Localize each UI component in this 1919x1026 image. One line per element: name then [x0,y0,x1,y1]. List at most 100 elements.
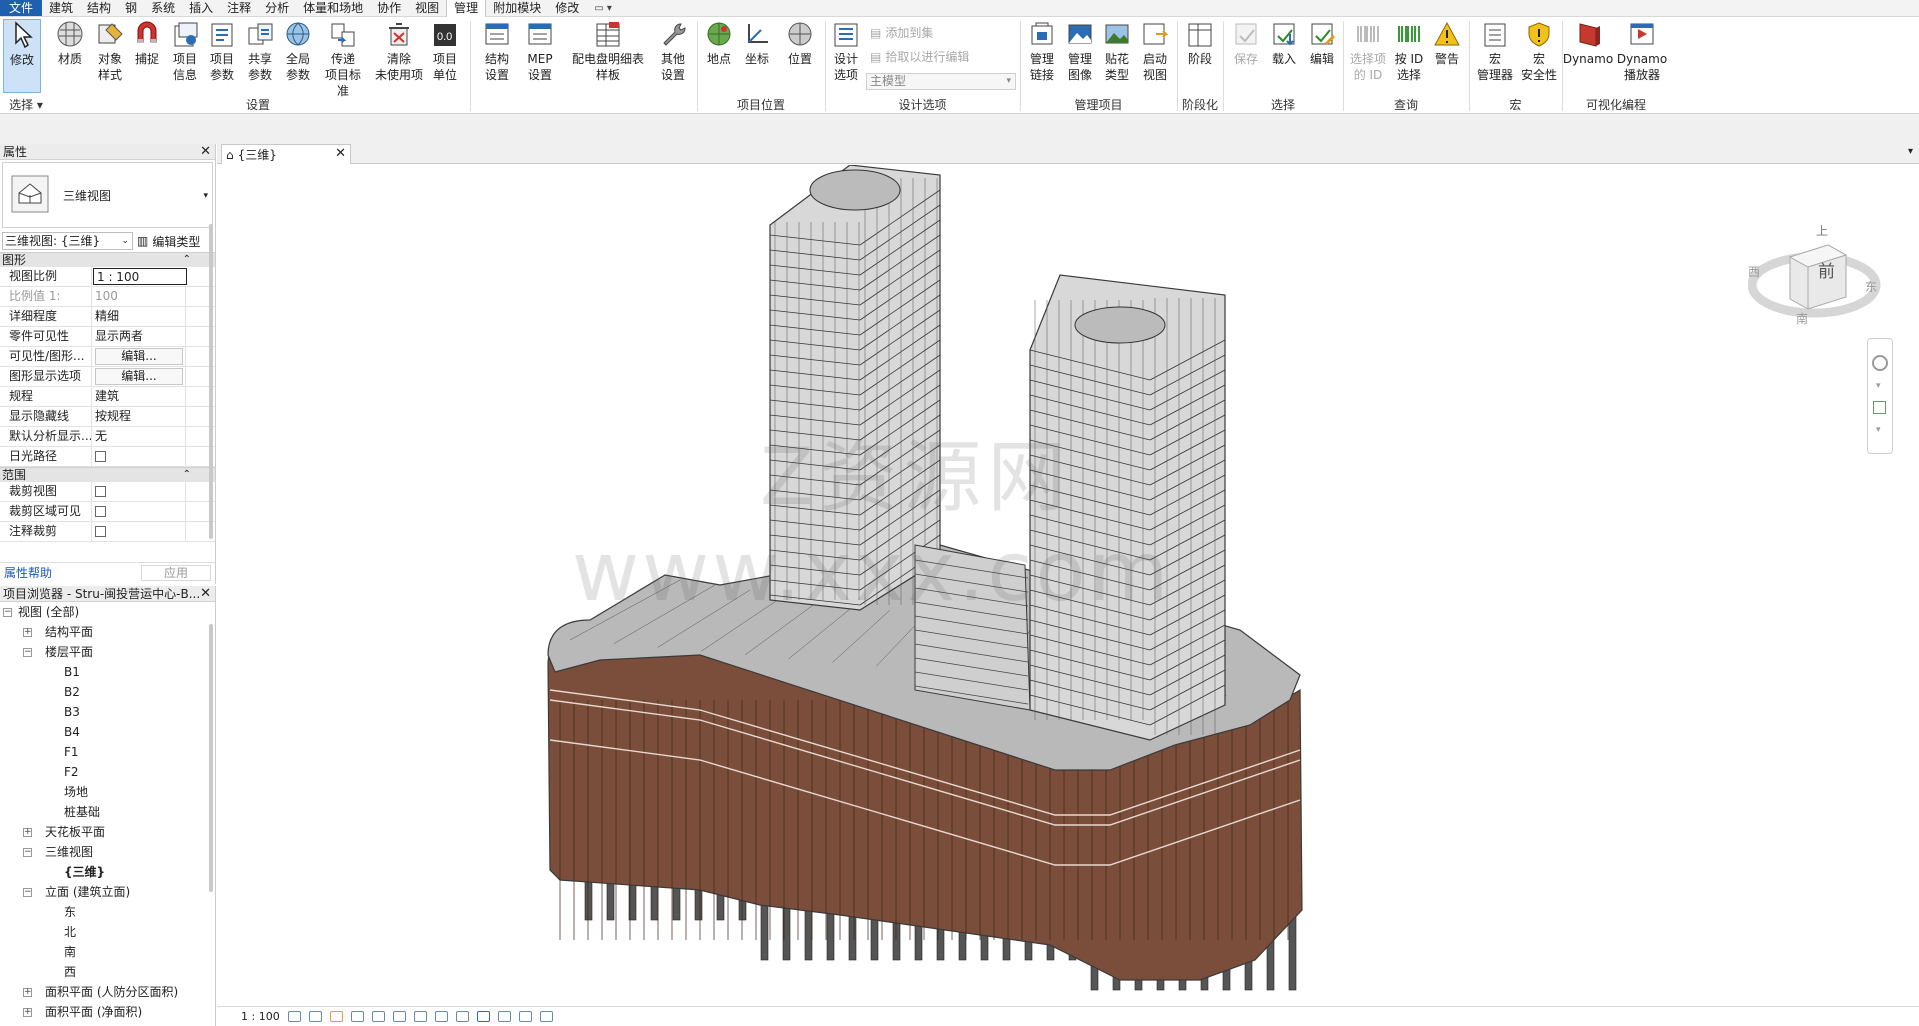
property-value[interactable]: 精细 [92,307,186,326]
view-tab-3d[interactable]: ⌂ {三维} ✕ [221,144,351,164]
viewcube[interactable]: 上 前 东 西 南 [1747,215,1883,330]
location-button[interactable]: 地点 [702,19,736,67]
coordinates-button[interactable]: 坐标 [741,19,773,67]
manage-images-button[interactable]: 管理 图像 [1063,19,1097,83]
collapse-icon[interactable]: − [23,888,32,897]
property-value[interactable]: 无 [92,427,186,446]
browser-tree-item[interactable]: B2 [0,682,215,702]
macro-manager-button[interactable]: 宏 管理器 [1472,19,1518,83]
pick-to-edit-button[interactable]: ▤ 拾取以进行编辑 [870,48,969,65]
browser-scrollbar[interactable] [209,624,213,892]
property-value[interactable]: 1 : 100 [93,268,187,285]
apply-button[interactable]: 应用 [141,564,211,581]
browser-tree-item[interactable]: 北 [0,922,215,942]
browser-tree-item[interactable]: 东 [0,902,215,922]
structural-settings-button[interactable]: 结构 设置 [479,19,515,83]
view-instance-dropdown[interactable]: 三维视图: {三维} ⌄ [2,232,133,250]
warnings-button[interactable]: 警告 [1430,19,1464,67]
expand-icon[interactable]: + [23,988,32,997]
browser-tree-item[interactable]: F2 [0,762,215,782]
collapse-icon[interactable]: − [23,848,32,857]
browser-tree-item[interactable]: 南 [0,942,215,962]
type-selector[interactable]: 三维视图 ▾ [2,162,213,228]
material-button[interactable]: 材质 [52,19,88,67]
browser-tree-item[interactable]: + 结构平面 [0,622,215,642]
expand-icon[interactable]: + [23,828,32,837]
viewcube-west-label[interactable]: 西 [1748,263,1760,280]
property-value[interactable]: 编辑... [92,347,186,366]
dynamo-button[interactable]: Dynamo [1562,19,1614,67]
close-icon[interactable]: ✕ [200,144,211,160]
property-value[interactable] [92,447,186,466]
ribbon-minimize-toggle[interactable]: ▭ ▾ [586,0,620,16]
view-scale[interactable]: 1 : 100 [241,1010,280,1023]
collapse-icon[interactable]: − [23,648,32,657]
shadows-icon[interactable] [350,1011,364,1022]
viewcube-top-label[interactable]: 上 [1816,222,1828,239]
expand-icon[interactable]: + [23,628,32,637]
save-selection-button[interactable]: 保存 [1229,19,1263,67]
menu-collaborate[interactable]: 协作 [370,0,408,16]
project-parameters-button[interactable]: 项目 参数 [205,19,239,83]
browser-tree-item[interactable]: B3 [0,702,215,722]
menu-massing[interactable]: 体量和场地 [296,0,370,16]
menu-architecture[interactable]: 建筑 [42,0,80,16]
close-icon[interactable]: ✕ [200,586,211,602]
lock-view-icon[interactable] [434,1011,448,1022]
dynamo-player-button[interactable]: Dynamo 播放器 [1615,19,1669,83]
snaps-button[interactable]: 捕捉 [131,19,163,67]
detail-level-icon[interactable] [287,1011,301,1022]
browser-tree-item[interactable]: − 视图 (全部) [0,602,215,622]
browser-tree-item[interactable]: 桩基础 [0,802,215,822]
section-extents[interactable]: 范围 ⌃ [0,467,215,482]
tab-overflow-icon[interactable]: ▾ [1908,146,1913,157]
starting-view-button[interactable]: 启动 视图 [1138,19,1172,83]
close-icon[interactable]: ✕ [335,146,346,161]
select-by-id-button[interactable]: 按 ID 选择 [1391,19,1427,83]
steering-wheel-icon[interactable] [1872,355,1888,371]
global-parameters-button[interactable]: 全局 参数 [281,19,315,83]
select-panel-label[interactable]: 选择 ▾ [6,96,46,113]
load-selection-button[interactable]: 载入 [1267,19,1301,67]
menu-structure[interactable]: 结构 [80,0,118,16]
additional-settings-button[interactable]: 其他 设置 [655,19,691,83]
render-icon[interactable] [371,1011,385,1022]
menu-steel[interactable]: 钢 [118,0,144,16]
sun-path-checkbox[interactable] [95,451,106,462]
macro-security-button[interactable]: 宏 安全性 [1517,19,1561,83]
modify-button[interactable]: 修改 [3,19,41,93]
decal-types-button[interactable]: 贴花 类型 [1100,19,1134,83]
crop-view-icon[interactable] [392,1011,406,1022]
project-info-button[interactable]: 项目 信息 [168,19,202,83]
position-button[interactable]: 位置 [782,19,818,67]
property-value[interactable]: 建筑 [92,387,186,406]
browser-tree-item[interactable]: + 天花板平面 [0,822,215,842]
reveal-hidden-icon[interactable] [476,1011,490,1022]
browser-tree-item[interactable]: + 面积平面 (人防分区面积) [0,982,215,1002]
browser-tree-item[interactable]: B1 [0,662,215,682]
property-value[interactable]: 编辑... [92,367,186,386]
browser-tree-item[interactable]: 西 [0,962,215,982]
browser-tree-item[interactable]: − 三维视图 [0,842,215,862]
browser-tree-item[interactable]: F1 [0,742,215,762]
temporary-hide-icon[interactable] [455,1011,469,1022]
expand-icon[interactable]: + [23,1008,32,1017]
menu-annotate[interactable]: 注释 [220,0,258,16]
section-graphics[interactable]: 图形 ⌃ [0,252,215,267]
crop-region-icon[interactable] [413,1011,427,1022]
menu-file[interactable]: 文件 [0,0,43,16]
edit-button[interactable]: 编辑... [95,348,183,365]
viewcube-south-label[interactable]: 南 [1796,310,1808,327]
browser-tree-item[interactable]: B4 [0,722,215,742]
zoom-icon[interactable] [1873,401,1886,414]
chevron-down-icon[interactable]: ▾ [1876,381,1881,391]
menu-modify[interactable]: 修改 [548,0,586,16]
object-styles-button[interactable]: 对象 样式 [92,19,128,83]
edit-selection-button[interactable]: 编辑 [1305,19,1339,67]
highlight-displacement-icon[interactable] [539,1011,553,1022]
edit-type-button[interactable]: 编辑类型 [152,233,200,250]
menu-view[interactable]: 视图 [408,0,446,16]
browser-tree-item[interactable]: 场地 [0,782,215,802]
viewcube-east-label[interactable]: 东 [1865,278,1877,295]
properties-scrollbar[interactable] [209,224,213,539]
